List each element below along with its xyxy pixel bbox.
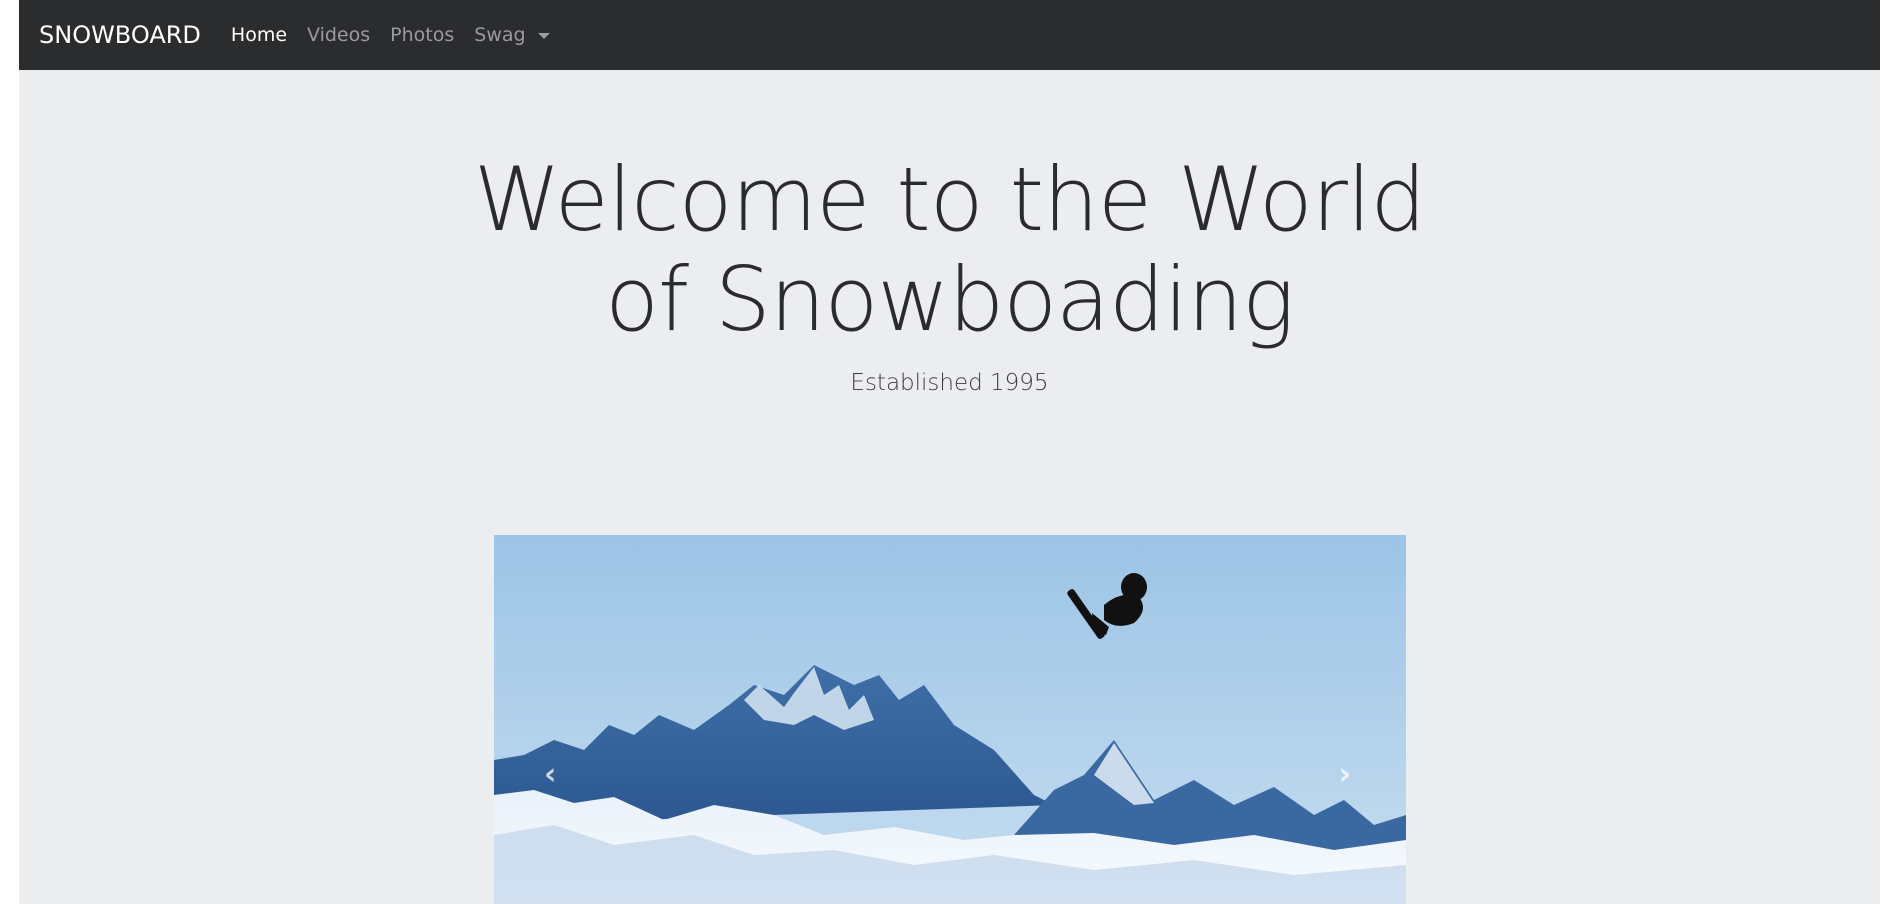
brand-logo[interactable]: SNOWBOARD [39,21,201,49]
page: SNOWBOARD Home Videos Photos Swag Welcom… [19,0,1880,904]
chevron-right-icon[interactable]: › [1339,760,1351,790]
page-subtitle: Established 1995 [850,370,1049,396]
nav-item-swag-dropdown[interactable]: Swag [474,24,550,46]
hero: Welcome to the World of Snowboading Esta… [19,148,1880,397]
caret-down-icon [537,33,550,39]
nav-item-videos[interactable]: Videos [307,24,370,46]
page-title: Welcome to the World of Snowboading [473,148,1426,351]
slide-image [494,535,1406,904]
nav-item-home[interactable]: Home [231,24,287,46]
nav-item-photos[interactable]: Photos [390,24,454,46]
nav-item-swag-label: Swag [474,24,526,46]
navbar: SNOWBOARD Home Videos Photos Swag [19,0,1880,70]
image-carousel[interactable]: ‹ › [494,535,1406,904]
chevron-left-icon[interactable]: ‹ [544,760,556,790]
